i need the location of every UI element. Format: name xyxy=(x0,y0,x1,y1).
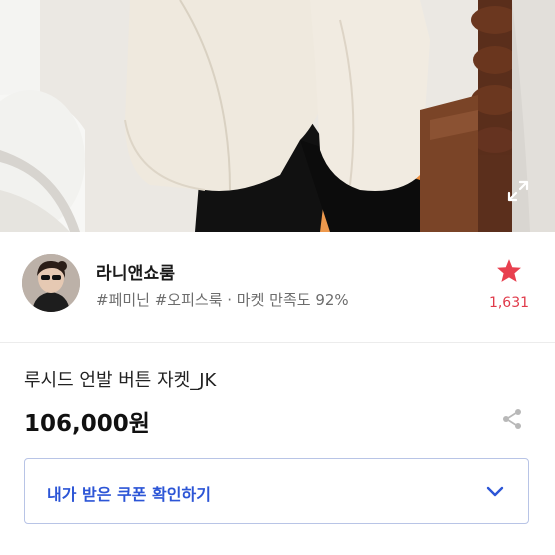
product-photo-illustration xyxy=(0,0,555,232)
favorite-button[interactable]: 1,631 xyxy=(489,258,529,311)
coupon-button[interactable]: 내가 받은 쿠폰 확인하기 xyxy=(24,458,529,524)
expand-button[interactable] xyxy=(503,176,533,206)
product-price: 106,000원 xyxy=(24,411,150,437)
avatar[interactable] xyxy=(22,254,80,312)
share-button[interactable] xyxy=(499,408,525,434)
coupon-label: 내가 받은 쿠폰 확인하기 xyxy=(47,485,211,504)
seller-row: 라니앤쇼룸 #페미닌 #오피스룩 · 마켓 만족도 92% 1,631 xyxy=(0,232,555,342)
shop-tags: #페미닌 #오피스룩 · 마켓 만족도 92% xyxy=(96,291,349,309)
shop-name[interactable]: 라니앤쇼룸 xyxy=(96,259,175,284)
chevron-down-icon xyxy=(484,481,506,503)
favorite-count: 1,631 xyxy=(488,295,530,311)
divider xyxy=(0,342,555,343)
product-photo[interactable] xyxy=(0,0,555,232)
expand-icon xyxy=(506,179,530,203)
product-title: 루시드 언발 버튼 자켓_JK xyxy=(24,370,217,391)
star-icon xyxy=(496,258,522,287)
share-icon xyxy=(500,407,524,435)
